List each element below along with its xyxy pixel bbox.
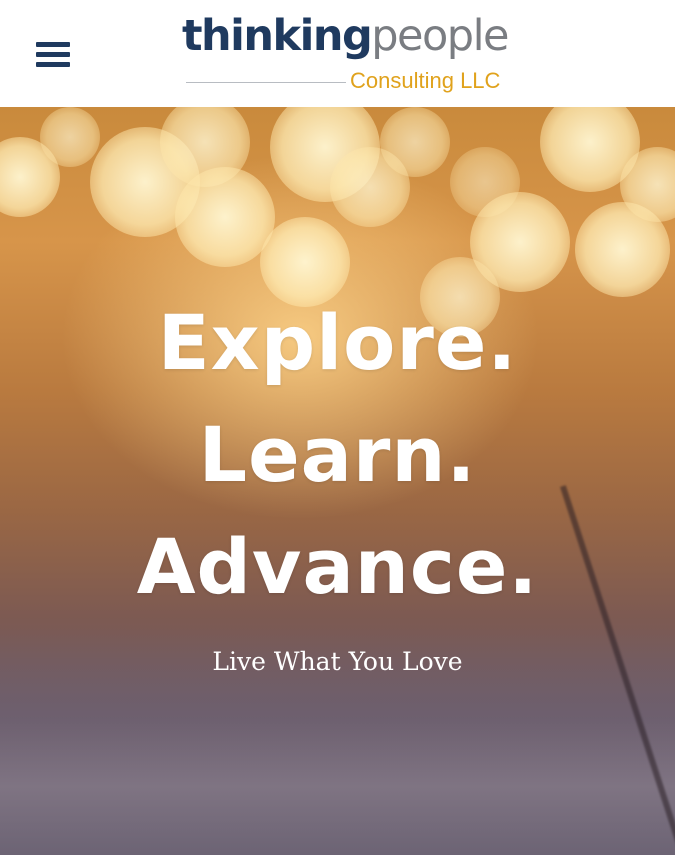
logo-subtitle: Consulting LLC	[350, 68, 501, 93]
menu-bar	[36, 52, 70, 57]
logo-word-people: people	[371, 11, 509, 61]
logo-wordmark: thinkingpeople	[182, 8, 510, 64]
bokeh-light	[380, 107, 450, 177]
hero-headline: Explore. Learn. Advance.	[0, 287, 675, 623]
logo-divider	[186, 82, 346, 83]
menu-bar	[36, 62, 70, 67]
headline-line: Advance.	[136, 522, 539, 611]
bokeh-light	[470, 192, 570, 292]
headline-line: Learn.	[198, 410, 477, 499]
headline-line: Explore.	[157, 298, 518, 387]
site-logo[interactable]: thinkingpeople Consulting LLC	[182, 8, 522, 100]
hero-tagline: Live What You Love	[212, 647, 463, 676]
hamburger-menu-icon[interactable]	[36, 40, 70, 70]
menu-bar	[36, 42, 70, 47]
bokeh-light	[40, 107, 100, 167]
hero-banner: Explore. Learn. Advance. Live What You L…	[0, 107, 675, 855]
site-header: thinkingpeople Consulting LLC	[0, 0, 675, 107]
logo-word-thinking: thinking	[182, 11, 373, 61]
